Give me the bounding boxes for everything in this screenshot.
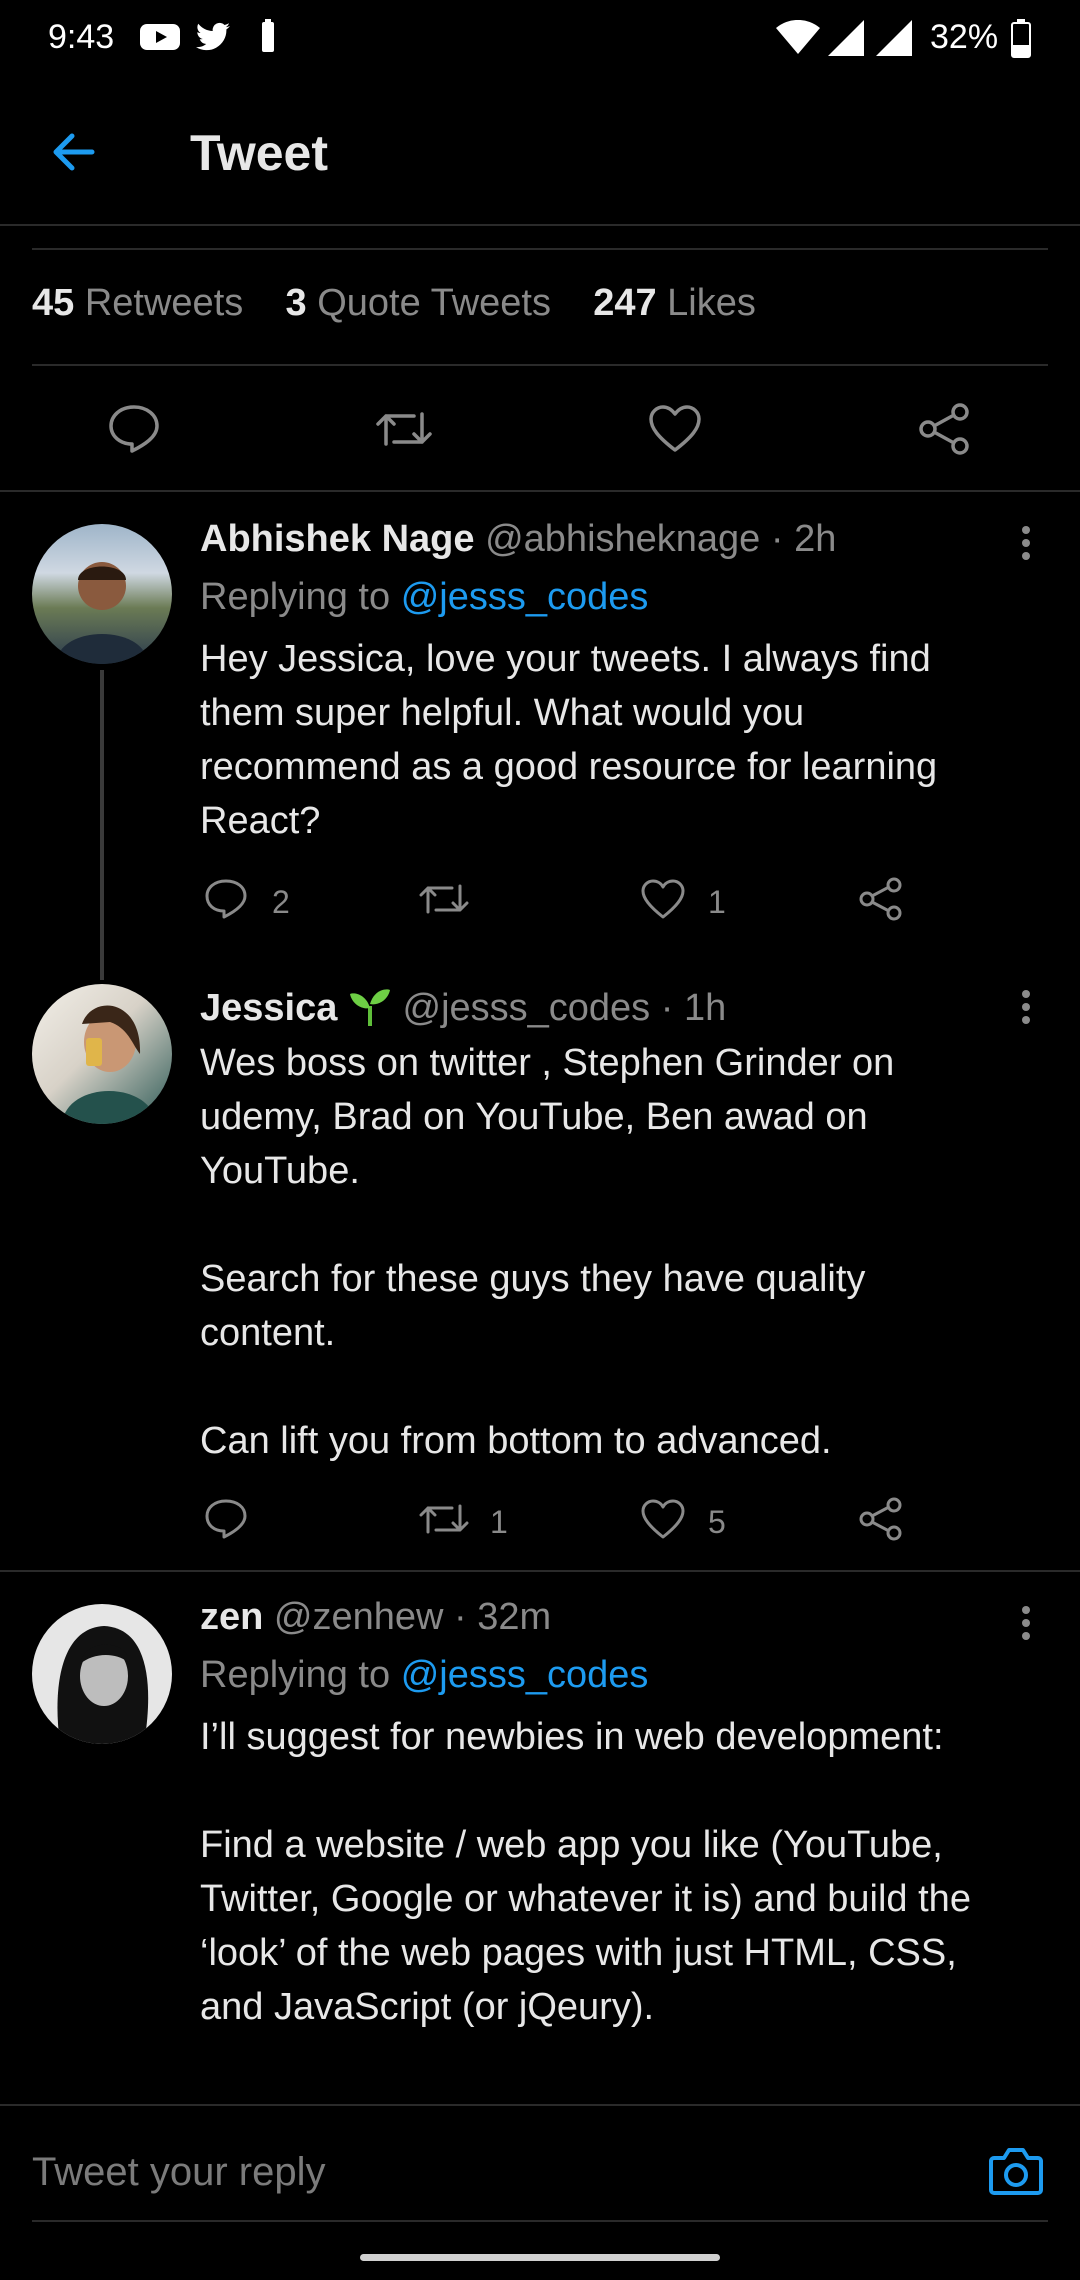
quotes-count: 3 [285, 282, 307, 324]
home-indicator[interactable] [360, 2254, 720, 2261]
author-handle[interactable]: @abhisheknage [485, 518, 760, 560]
tweet-text: I’ll suggest for newbies in web developm… [200, 1716, 971, 2028]
stats-bottom-divider [32, 364, 1048, 366]
tweet-time: · 1h [660, 987, 727, 1029]
retweets-stat[interactable]: 45 Retweets [32, 282, 243, 324]
reply-count: 2 [272, 884, 290, 920]
more-options-icon[interactable] [1020, 1604, 1032, 1644]
author-name[interactable]: Jessica [200, 987, 337, 1029]
like-icon[interactable] [640, 1498, 686, 1540]
seedling-icon [349, 989, 390, 1026]
avatar-photo [57, 1626, 149, 1744]
tweet-author-line: zen @zenhew · 32m [200, 1596, 551, 1639]
reply-icon[interactable] [204, 878, 248, 920]
reply-icon[interactable] [204, 1498, 248, 1540]
author-handle[interactable]: @zenhew [274, 1596, 444, 1638]
battery-icon [1011, 19, 1031, 58]
replying-to: Replying to @jesss_codes [200, 1654, 648, 1697]
avatar-photo [62, 1005, 156, 1124]
status-time: 9:43 [48, 18, 115, 56]
reply-tweet-abhishek[interactable]: Abhishek Nage @abhisheknage · 2h Replyin… [0, 492, 1080, 980]
composer-divider [0, 2104, 1080, 2106]
retweet-count: 1 [490, 1504, 508, 1540]
more-options-icon[interactable] [1020, 988, 1032, 1028]
avatar[interactable] [32, 1604, 172, 1744]
stats-top-divider [32, 248, 1048, 250]
like-count: 5 [708, 1504, 726, 1540]
tweet-time: · 2h [770, 518, 837, 560]
battery-percent: 32% [930, 18, 999, 56]
more-options-icon[interactable] [1020, 524, 1032, 564]
reply-tweet-zen[interactable]: zen @zenhew · 32m Replying to @jesss_cod… [0, 1572, 1080, 2104]
tweet-text: Wes boss on twitter , Stephen Grinder on… [200, 1042, 895, 1462]
camera-icon[interactable] [988, 2144, 1044, 2196]
wifi-icon [776, 20, 820, 54]
page-title: Tweet [190, 125, 328, 181]
thread-line [100, 670, 104, 980]
reply-icon[interactable] [108, 404, 160, 454]
reply-tweet-jessica[interactable]: Jessica @jesss_codes · 1h Wes boss on tw… [0, 968, 1080, 1568]
youtube-icon [140, 24, 180, 50]
replying-prefix: Replying to [200, 576, 391, 618]
replying-handle[interactable]: @jesss_codes [401, 576, 649, 618]
replying-to: Replying to @jesss_codes [200, 576, 648, 619]
battery-small-icon [262, 19, 274, 52]
tweet-author-line: Jessica @jesss_codes · 1h [200, 984, 726, 1030]
quotes-stat[interactable]: 3 Quote Tweets [285, 282, 550, 324]
likes-count: 247 [593, 282, 657, 324]
avatar-photo [56, 562, 148, 664]
tweet-text: Hey Jessica, love your tweets. I always … [200, 638, 938, 842]
back-arrow-icon[interactable] [48, 130, 98, 174]
composer-underline [32, 2220, 1048, 2222]
like-count: 1 [708, 884, 726, 920]
retweets-label: Retweets [84, 282, 244, 324]
author-name[interactable]: Abhishek Nage [200, 518, 475, 560]
likes-label: Likes [667, 282, 756, 324]
like-icon[interactable] [640, 878, 686, 920]
share-icon[interactable] [858, 1496, 904, 1542]
tweet-stats: 45 Retweets 3 Quote Tweets 247 Likes [32, 282, 756, 325]
share-icon[interactable] [858, 876, 904, 922]
signal-icon-2 [876, 20, 912, 56]
status-bar: 9:43 32% [0, 0, 1080, 80]
reply-input[interactable]: Tweet your reply [32, 2150, 325, 2195]
retweet-icon[interactable] [418, 878, 470, 920]
replying-prefix: Replying to [200, 1654, 391, 1696]
twitter-icon [195, 22, 230, 51]
avatar[interactable] [32, 524, 172, 664]
retweet-icon[interactable] [418, 1498, 470, 1540]
share-icon[interactable] [918, 402, 972, 456]
author-handle[interactable]: @jesss_codes [403, 987, 651, 1029]
tweet-author-line: Abhishek Nage @abhisheknage · 2h [200, 518, 836, 561]
signal-icon [828, 20, 864, 56]
quotes-label: Quote Tweets [317, 282, 551, 324]
tweet-time: · 32m [454, 1596, 552, 1638]
avatar[interactable] [32, 984, 172, 1124]
retweet-icon[interactable] [374, 404, 434, 454]
like-icon[interactable] [648, 404, 702, 454]
header-divider [0, 224, 1080, 226]
author-name[interactable]: zen [200, 1596, 263, 1638]
replying-handle[interactable]: @jesss_codes [401, 1654, 649, 1696]
likes-stat[interactable]: 247 Likes [593, 282, 756, 324]
retweets-count: 45 [32, 282, 75, 324]
